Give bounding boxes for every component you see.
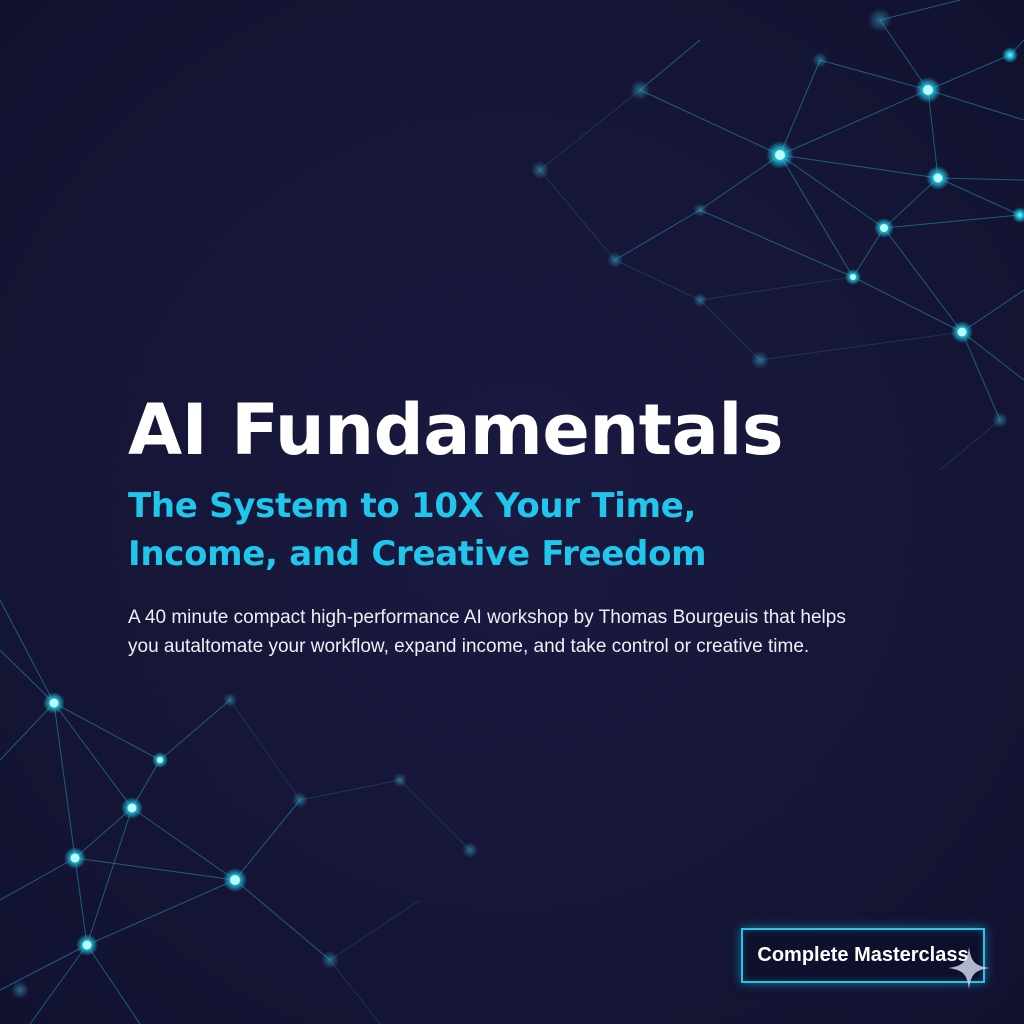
description: A 40 minute compact high-performance AI … [128, 603, 928, 661]
page-title: AI Fundamentals [128, 389, 784, 471]
description-line-1: A 40 minute compact high-performance AI … [128, 607, 846, 628]
sparkle-icon [948, 947, 990, 989]
description-line-2: you autaltomate your workflow, expand in… [128, 636, 810, 657]
network-lines-bottom-left [0, 599, 331, 1024]
cta-label: Complete Masterclass [757, 944, 969, 966]
cover-canvas: AI Fundamentals The System to 10X Your T… [0, 0, 1024, 1024]
subtitle: The System to 10X Your Time, Income, and… [128, 486, 707, 574]
network-lines-bottom-left-faint [229, 699, 471, 1024]
